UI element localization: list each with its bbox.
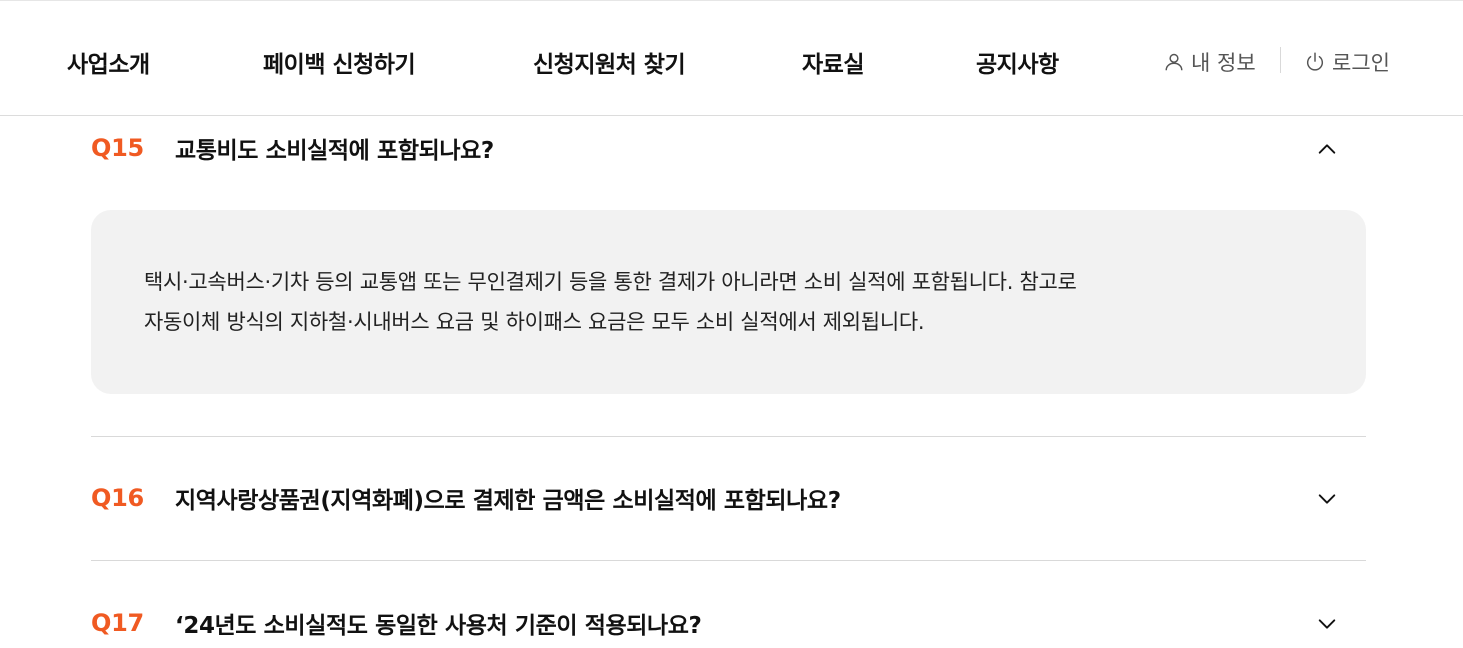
nav-item-support-finder[interactable]: 신청지원처 찾기 [533,45,686,79]
faq-number: Q17 [91,609,144,637]
answer-line: 자동이체 방식의 지하철·시내버스 요금 및 하이패스 요금은 모두 소비 실적… [144,310,925,334]
site-header: 사업소개 페이백 신청하기 신청지원처 찾기 자료실 공지사항 내 정보 로그인 [0,0,1463,116]
faq-item-q17[interactable]: Q17 ‘24년도 소비실적도 동일한 사용처 기준이 적용되나요? [91,603,1366,643]
faq-divider [91,436,1366,437]
nav-item-payback-apply[interactable]: 페이백 신청하기 [263,45,416,79]
faq-question: ‘24년도 소비실적도 동일한 사용처 기준이 적용되나요? [175,613,702,639]
faq-item-q16[interactable]: Q16 지역사랑상품권(지역화폐)으로 결제한 금액은 소비실적에 포함되나요? [91,478,1366,518]
faq-question: 지역사랑상품권(지역화폐)으로 결제한 금액은 소비실적에 포함되나요? [175,488,841,514]
chevron-up-icon[interactable] [1316,138,1338,160]
nav-item-resources[interactable]: 자료실 [802,45,864,79]
login-label: 로그인 [1332,51,1390,75]
user-icon [1165,53,1183,71]
nav-item-notices[interactable]: 공지사항 [976,45,1059,79]
my-info-link[interactable]: 내 정보 [1163,47,1256,77]
my-info-label: 내 정보 [1191,51,1256,75]
faq-answer-q15: 택시·고속버스·기차 등의 교통앱 또는 무인결제기 등을 통한 결제가 아니라… [91,210,1366,394]
faq-divider [91,560,1366,561]
power-icon [1306,52,1324,71]
faq-number: Q16 [91,484,144,512]
answer-line: 택시·고속버스·기차 등의 교통앱 또는 무인결제기 등을 통한 결제가 아니라… [144,270,1077,294]
faq-item-q15[interactable]: Q15 교통비도 소비실적에 포함되나요? [91,128,1366,168]
faq-number: Q15 [91,134,144,162]
chevron-down-icon[interactable] [1316,613,1338,635]
util-divider [1280,47,1281,73]
nav-item-about[interactable]: 사업소개 [67,45,150,79]
faq-answer-text: 택시·고속버스·기차 등의 교통앱 또는 무인결제기 등을 통한 결제가 아니라… [144,262,1264,342]
faq-question: 교통비도 소비실적에 포함되나요? [175,138,494,164]
login-link[interactable]: 로그인 [1304,47,1390,77]
chevron-down-icon[interactable] [1316,488,1338,510]
